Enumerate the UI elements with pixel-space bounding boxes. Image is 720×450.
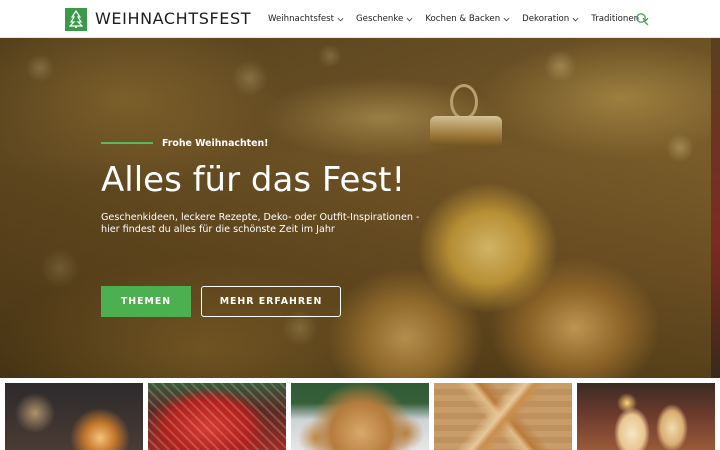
eyebrow-text: Frohe Weihnachten! — [162, 137, 269, 149]
nav-item-label: Dekoration — [522, 14, 570, 24]
hero-content: Frohe Weihnachten! Alles für das Fest! G… — [101, 136, 441, 317]
chevron-down-icon — [503, 17, 510, 21]
site-header: WEIHNACHTSFEST Weihnachtsfest Geschenke … — [0, 0, 720, 38]
nav-item-dekoration[interactable]: Dekoration — [522, 14, 579, 24]
nav-item-label: Traditionen — [591, 14, 640, 24]
chevron-down-icon — [337, 17, 344, 21]
thumbnail-star-decoration-image[interactable] — [434, 383, 572, 450]
hero-description: Geschenkideen, leckere Rezepte, Deko- od… — [101, 212, 420, 235]
thumbnail-lantern-image[interactable] — [5, 383, 143, 450]
search-icon — [636, 13, 649, 26]
hero-buttons: THEMEN MEHR ERFAHREN — [101, 286, 341, 317]
thumbnail-cookies-image[interactable] — [291, 383, 429, 450]
next-slide-preview — [711, 38, 720, 378]
chevron-down-icon — [406, 17, 413, 21]
hero-banner: Frohe Weihnachten! Alles für das Fest! G… — [0, 38, 711, 378]
site-logo[interactable]: WEIHNACHTSFEST — [65, 7, 251, 31]
mehr-erfahren-button[interactable]: MEHR ERFAHREN — [201, 286, 341, 317]
nav-item-label: Kochen & Backen — [425, 14, 501, 24]
main-nav: Weihnachtsfest Geschenke Kochen & Backen… — [268, 0, 661, 38]
nav-item-weihnachtsfest[interactable]: Weihnachtsfest — [268, 14, 344, 24]
nav-item-kochen-backen[interactable]: Kochen & Backen — [425, 14, 510, 24]
nav-item-label: Weihnachtsfest — [268, 14, 335, 24]
nav-item-geschenke[interactable]: Geschenke — [356, 14, 413, 24]
thumbnail-gift-image[interactable] — [148, 383, 286, 450]
brand-name: WEIHNACHTSFEST — [95, 9, 252, 28]
search-button[interactable] — [635, 11, 649, 26]
hero-title: Alles für das Fest! — [101, 160, 406, 200]
chevron-down-icon — [572, 17, 579, 21]
nav-item-label: Geschenke — [356, 14, 404, 24]
thumbnail-candles-image[interactable] — [577, 383, 715, 450]
themen-button[interactable]: THEMEN — [101, 286, 191, 317]
eyebrow-divider — [101, 142, 153, 144]
christmas-tree-icon — [65, 7, 87, 31]
category-thumbnails — [0, 378, 720, 450]
hero-eyebrow: Frohe Weihnachten! — [101, 136, 441, 150]
